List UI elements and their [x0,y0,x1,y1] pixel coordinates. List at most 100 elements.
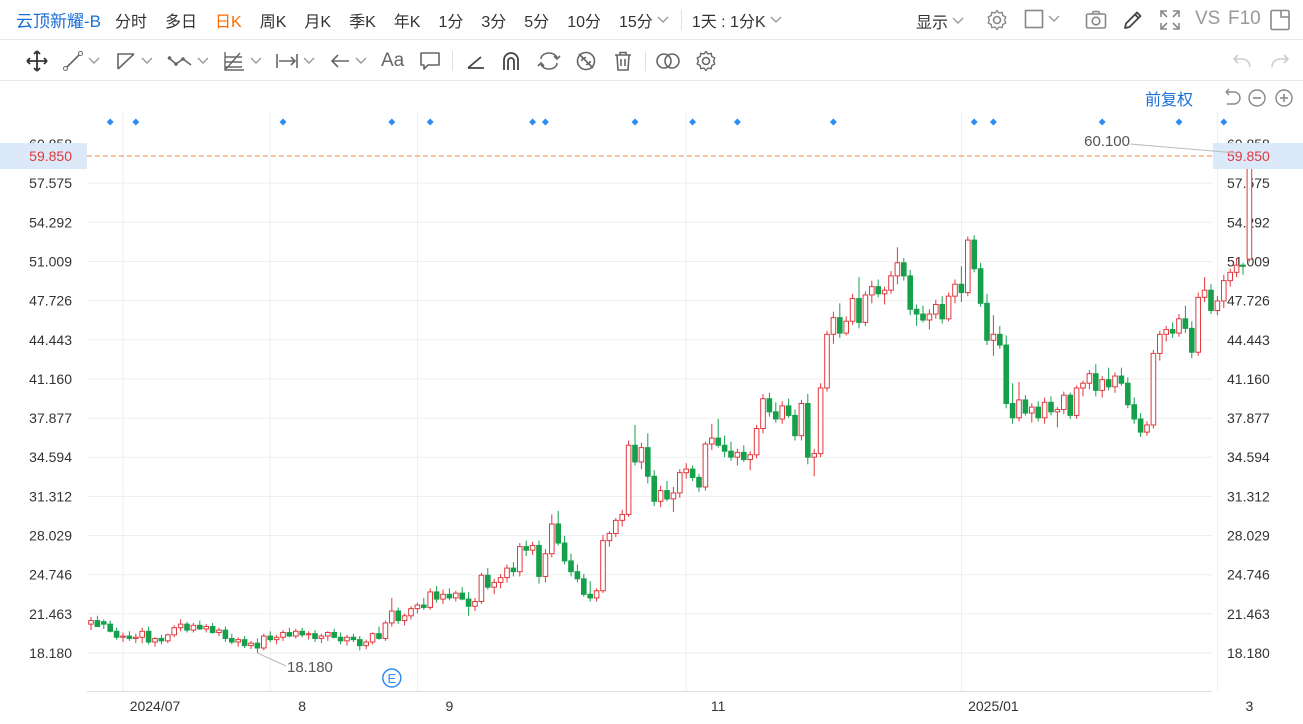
candle-down [241,639,248,647]
candle-up [139,630,145,638]
candle-down [331,631,337,638]
gear-icon[interactable] [985,8,1009,32]
candle-up [945,295,952,320]
period-dropdown[interactable]: 15分 [619,8,669,32]
pen-icon[interactable] [1121,8,1145,32]
grid-layer: 60.85860.85857.57557.57554.29254.29251.0… [29,112,1270,714]
f10-button[interactable]: F10 [1228,8,1261,30]
document-icon[interactable] [1268,8,1292,32]
period-tab[interactable]: 季K [349,8,376,32]
zoom-in-icon[interactable] [1275,89,1293,107]
candle-down [728,450,734,458]
event-diamond-marker [631,118,639,126]
hide-icon[interactable] [574,49,598,73]
period-tab[interactable]: 年K [394,8,421,32]
range-dropdown[interactable]: 1天 : 1分K [692,8,782,32]
layout-dropdown[interactable] [1024,9,1060,29]
period-tab[interactable]: 5分 [524,8,549,32]
zoom-out-icon[interactable] [1248,89,1266,107]
period-tab-active[interactable]: 日K [215,8,242,32]
event-e-marker[interactable]: E [382,668,402,688]
period-tab[interactable]: 分时 [115,8,147,32]
vs-button[interactable]: VS [1195,8,1220,30]
fibonacci-tool[interactable] [222,49,262,73]
candle-up [369,633,376,643]
candle-down [267,635,273,641]
adjust-mode-button[interactable]: 前复权 [1145,91,1193,109]
chevron-down-icon [1048,15,1060,22]
candle-up [427,591,433,608]
fullscreen-icon[interactable] [1158,8,1182,32]
period-tab[interactable]: 周K [260,8,287,32]
chevron-down-icon [303,57,315,64]
candle-up [1246,155,1253,260]
period-tab[interactable]: 多日 [165,8,197,32]
candle-up [849,298,856,322]
period-tab[interactable]: 10分 [567,8,601,32]
drawing-toolbar: Aa [0,41,1303,81]
period-tab[interactable]: 3分 [481,8,506,32]
candle-up [1029,406,1035,414]
candle-up [888,275,894,291]
compare-icon[interactable] [655,49,681,73]
candle-up [453,592,459,599]
candle-up [1054,408,1061,413]
candle-up [709,437,715,445]
candle-up [1221,280,1227,302]
candle-up [683,468,690,474]
cycle-icon[interactable] [537,49,561,73]
candle-down [446,593,453,599]
event-diamond-marker [1220,118,1228,126]
candle-down [1003,344,1010,404]
candle-up [235,639,241,643]
candle-up [965,239,971,294]
candle-down [523,546,530,551]
candle-up [203,626,209,630]
chevron-down-icon [355,57,367,64]
candle-up [1073,387,1080,416]
fibonacci-icon [224,52,244,71]
candle-up [600,540,606,592]
candle-up [363,641,369,647]
undo-icon[interactable] [1230,49,1254,73]
delete-icon[interactable] [611,49,635,73]
polyline-tool[interactable] [167,49,209,73]
candle-up [1086,373,1093,384]
candle-up [401,615,408,622]
reset-icon[interactable] [1225,88,1241,105]
display-dropdown[interactable]: 显示 [916,9,964,33]
event-diamond-marker [426,118,434,126]
measure-tool[interactable] [275,49,315,73]
line-tool[interactable] [62,49,100,73]
chevron-down-icon [657,16,669,23]
angle-icon[interactable] [464,49,488,73]
candle-down [299,630,305,636]
stock-name[interactable]: 云顶新耀-B [16,7,101,32]
redo-icon[interactable] [1268,49,1292,73]
text-icon[interactable]: Aa [381,49,404,73]
comment-icon[interactable] [418,49,442,73]
current-price-label-left: 59.850 [29,148,72,164]
candle-down [997,333,1003,346]
arc-icon[interactable] [499,49,523,73]
arrow-tool[interactable] [329,49,367,73]
event-diamond-marker [106,118,114,126]
period-tab[interactable]: 1分 [438,8,463,32]
candle-up [389,610,395,624]
channel-tool[interactable] [115,49,153,73]
event-diamond-marker [132,118,140,126]
settings-icon[interactable] [694,49,718,73]
candle-up [280,631,286,638]
period-tab[interactable]: 月K [304,8,331,32]
candle-up [88,620,94,625]
candle-down [561,542,568,562]
y-tick-label-left: 21.463 [29,606,72,622]
move-icon[interactable] [25,49,49,73]
candle-down [1009,402,1016,419]
candlestick-chart[interactable]: 60.85860.85857.57557.57554.29254.29251.0… [0,82,1303,724]
candle-down [581,578,587,595]
camera-icon[interactable] [1084,8,1108,32]
candle-up [1214,300,1221,311]
candle-up [1195,296,1202,353]
candle-up [1080,382,1086,389]
